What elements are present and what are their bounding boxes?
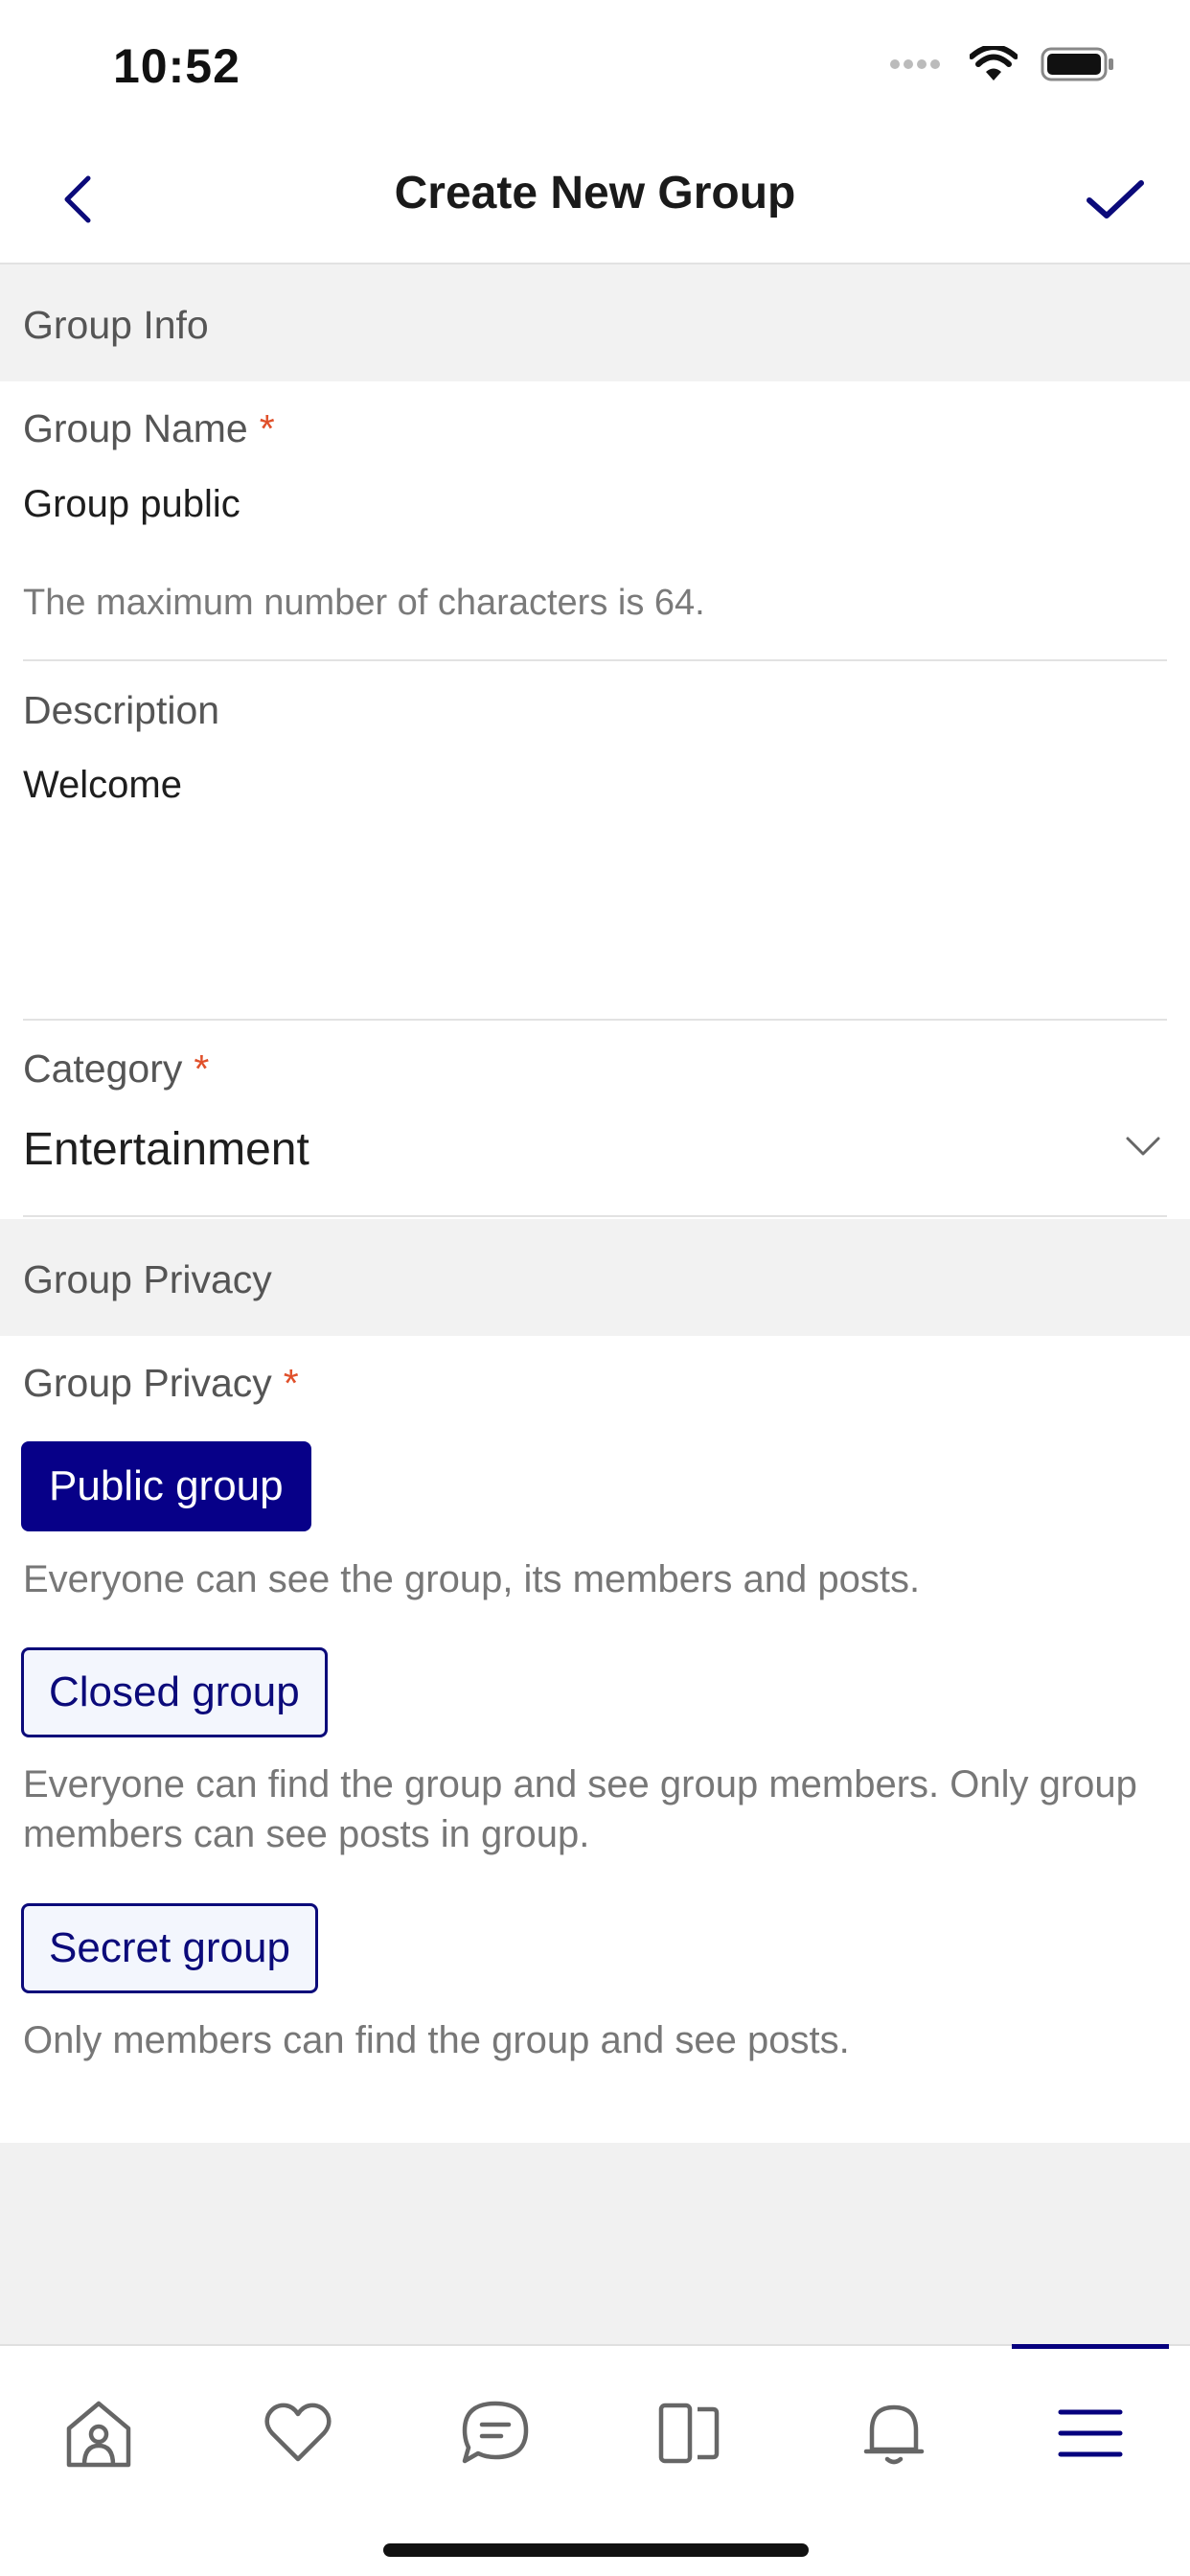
menu-icon — [1058, 2409, 1123, 2457]
group-name-input[interactable]: Group public — [23, 483, 240, 526]
home-indicator — [383, 2543, 809, 2557]
group-name-label: Group Name * — [23, 406, 275, 450]
description-input[interactable]: Welcome — [23, 764, 1167, 994]
tab-pages[interactable] — [636, 2380, 742, 2486]
checkmark-icon — [1087, 180, 1144, 218]
pages-icon — [658, 2403, 720, 2464]
closed-group-description: Everyone can find the group and see grou… — [23, 1763, 1137, 1855]
required-mark: * — [259, 406, 275, 450]
battery-icon — [1041, 47, 1113, 81]
divider — [23, 1215, 1167, 1217]
section-header-group-info: Group Info — [0, 264, 1190, 381]
tab-menu[interactable] — [1038, 2380, 1143, 2486]
category-select[interactable]: Entertainment — [23, 1114, 1167, 1200]
divider — [23, 659, 1167, 661]
category-label: Category * — [23, 1046, 210, 1091]
section-title: Group Info — [23, 303, 209, 347]
content-bottom-spacer — [0, 2143, 1190, 2344]
bell-icon — [863, 2404, 925, 2465]
section-title: Group Privacy — [23, 1257, 272, 1301]
bottom-tab-bar — [0, 2344, 1190, 2576]
active-tab-indicator — [1012, 2344, 1169, 2349]
status-icons — [889, 46, 1115, 82]
public-group-button[interactable]: Public group — [21, 1441, 311, 1531]
tab-home[interactable] — [46, 2380, 151, 2486]
required-mark: * — [283, 1361, 299, 1405]
required-mark: * — [194, 1046, 210, 1091]
divider — [23, 1019, 1167, 1021]
group-name-hint: The maximum number of characters is 64. — [23, 583, 705, 623]
secret-group-button[interactable]: Secret group — [21, 1903, 318, 1993]
heart-icon — [264, 2403, 332, 2462]
confirm-button[interactable] — [1077, 163, 1154, 236]
chevron-down-icon — [1126, 1137, 1160, 1156]
signal-icon — [890, 59, 940, 69]
group-privacy-label: Group Privacy * — [23, 1361, 299, 1405]
tab-notifications[interactable] — [841, 2380, 947, 2486]
tab-messages[interactable] — [443, 2380, 548, 2486]
chat-icon — [462, 2401, 529, 2464]
public-group-description: Everyone can see the group, its members … — [23, 1558, 921, 1600]
nav-bar: Create New Group — [0, 134, 1190, 264]
home-icon — [66, 2401, 131, 2468]
category-value: Entertainment — [23, 1124, 309, 1175]
tab-favorites[interactable] — [245, 2380, 351, 2486]
status-time: 10:52 — [113, 39, 240, 93]
page-title: Create New Group — [394, 168, 796, 218]
status-bar: 10:52 — [0, 0, 1190, 134]
section-header-group-privacy: Group Privacy — [0, 1219, 1190, 1336]
description-label: Description — [23, 688, 220, 732]
secret-group-description: Only members can find the group and see … — [23, 2019, 850, 2061]
closed-group-button[interactable]: Closed group — [21, 1647, 328, 1737]
wifi-icon — [970, 46, 1018, 80]
